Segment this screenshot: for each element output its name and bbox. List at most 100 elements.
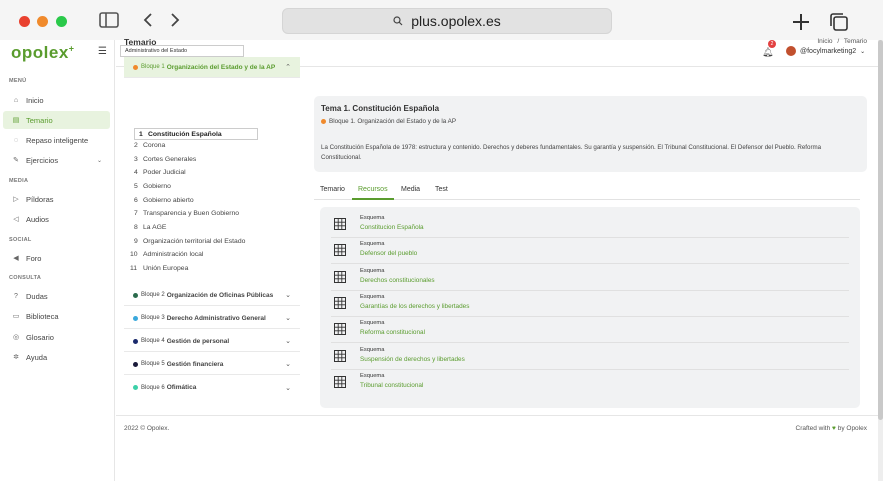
megaphone-icon: ◀ [13,255,19,262]
minimize-window-button[interactable] [37,16,48,27]
block-color-dot [133,315,138,321]
back-icon[interactable] [138,12,158,30]
scrollbar[interactable] [878,40,883,481]
tab-temario[interactable]: Temario [314,186,351,200]
sidebar-toggle-icon[interactable] [99,12,119,30]
sidebar: opolex+ ☰ MENÚ ⌂ Inicio ▤ Temario ◌ Repaso … [0,40,115,481]
resource-title[interactable]: Garantías de los derechos y libertades [360,303,469,310]
sidebar-item-biblioteca[interactable]: ▭ Biblioteca [3,307,110,325]
tabs-icon[interactable] [829,12,849,31]
sidebar-item-pildoras[interactable]: ▷ Píldoras [3,190,110,208]
sidebar-item-inicio[interactable]: ⌂ Inicio [3,91,110,109]
sidebar-item-glosario[interactable]: ◎ Glosario [3,328,110,346]
resource-type: Esquema [360,293,385,300]
block-prefix: Bloque 1 [141,64,165,70]
new-tab-icon[interactable] [791,12,811,30]
document-icon: ▤ [12,117,20,124]
logo[interactable]: opolex+ [11,43,75,63]
resource-item[interactable]: Esquema Constitucion Española [331,212,849,238]
block-prefix: Bloque 5 [141,361,165,367]
topic-item[interactable]: 1 Constitución Española [134,128,258,140]
chevron-down-icon: ⌄ [860,48,866,55]
chevron-down-icon: ⌄ [285,338,291,345]
block-6-header[interactable]: Bloque 6 Ofimática ⌄ [124,377,300,398]
block-3-header[interactable]: Bloque 3 Derecho Administrativo General … [124,308,300,329]
chevron-down-icon: ⌄ [285,292,291,299]
topic-item[interactable]: 11 Unión Europea [130,265,188,272]
resource-item[interactable]: Esquema Garantías de los derechos y liber… [331,291,849,317]
resource-type: Esquema [360,267,385,274]
topic-item[interactable]: 4 Poder Judicial [134,169,186,176]
topic-item[interactable]: 2 Corona [134,142,165,149]
sidebar-item-label: Temario [26,115,53,125]
topic-item[interactable]: 10 Administración local [130,251,203,258]
tema-description: La Constitución Española de 1978: estruc… [321,144,822,161]
resource-item[interactable]: Esquema Reforma constitucional [331,317,849,344]
resource-type: Esquema [360,372,385,379]
block-color-dot [133,64,138,70]
address-bar[interactable]: plus.opolex.es [282,8,612,34]
search-icon [393,16,403,26]
topic-item[interactable]: 9 Organización territorial del Estado [134,238,245,245]
sidebar-item-audios[interactable]: ◁ Audios [3,210,110,228]
sidebar-item-repaso[interactable]: ◌ Repaso inteligente [3,131,110,149]
maximize-window-button[interactable] [56,16,67,27]
resource-item[interactable]: Esquema Tribunal constitucional [331,370,849,396]
resource-item[interactable]: Esquema Suspensión de derechos y libertad… [331,344,849,370]
copyright: 2022 © Opolex. [124,425,170,432]
question-icon: ? [14,292,18,300]
topic-item[interactable]: 6 Gobierno abierto [134,197,194,204]
resource-title[interactable]: Suspensión de derechos y libertades [360,356,465,363]
bulb-icon: ◌ [13,136,19,144]
forward-icon[interactable] [165,12,185,30]
sidebar-item-dudas[interactable]: ? Dudas [3,287,110,305]
topic-item[interactable]: 5 Gobierno [134,183,171,190]
hamburger-menu-icon[interactable]: ☰ [98,46,107,57]
sidebar-item-label: Dudas [26,291,48,301]
block-name: Gestión financiera [166,360,224,368]
browser-toolbar: plus.opolex.es [0,0,883,40]
resource-title[interactable]: Defensor del pueblo [360,250,417,257]
sidebar-item-foro[interactable]: ◀ Foro [3,249,110,267]
user-menu[interactable]: @focylmarketing2 ⌄ [786,46,865,56]
tab-test[interactable]: Test [429,186,454,200]
block-5-header[interactable]: Bloque 5 Gestión financiera ⌄ [124,354,300,375]
username: @focylmarketing2 [800,47,857,55]
block-name: Ofimática [166,384,197,391]
resource-type: Esquema [360,215,385,221]
close-window-button[interactable] [19,16,30,27]
help-icon: ✲ [13,354,19,361]
block-2-header[interactable]: Bloque 2 Organización de Oficinas Públic… [124,285,300,306]
sidebar-item-ejercicios[interactable]: ✎ Ejercicios ⌄ [3,151,110,169]
sidebar-item-ayuda[interactable]: ✲ Ayuda [3,348,110,366]
tab-media[interactable]: Media [395,186,426,200]
breadcrumb-home[interactable]: Inicio [817,38,832,45]
topic-item[interactable]: 7 Transparencia y Buen Gobierno [134,210,239,217]
crafted-text: Crafted with [795,425,831,432]
resource-title[interactable]: Tribunal constitucional [360,382,423,389]
resource-item[interactable]: Esquema Defensor del pueblo [331,238,849,265]
block-name: Organización del Estado y de la AP [166,63,276,71]
block-1-header[interactable]: Bloque 1 Organización del Estado y de la… [124,57,300,78]
resource-item[interactable]: Esquema Derechos constitucionales [331,265,849,291]
topic-item[interactable]: 3 Cortes Generales [134,156,196,163]
tab-recursos[interactable]: Recursos [352,186,394,200]
page-title: Temario [124,37,157,47]
sidebar-item-temario[interactable]: ▤ Temario [3,111,110,129]
resource-title[interactable]: Reforma constitucional [360,329,425,336]
logo-plus: + [68,43,75,54]
topic-item[interactable]: 8 La AGE [134,224,166,231]
chevron-up-icon: ⌃ [285,64,291,71]
resource-title[interactable]: Constitucion Española [360,224,424,231]
home-icon: ⌂ [13,96,19,104]
bell-icon[interactable]: 🔔︎ [762,47,773,58]
block-color-dot [133,292,138,298]
block-color-dot [133,338,138,344]
scrollbar-thumb[interactable] [878,40,883,420]
resource-title[interactable]: Derechos constitucionales [360,277,435,284]
chevron-down-icon: ⌄ [285,315,291,322]
block-4-header[interactable]: Bloque 4 Gestión de personal ⌄ [124,331,300,352]
chevron-down-icon: ⌄ [285,361,291,368]
blocks-accordion: Bloque 1 Organización del Estado y de la… [124,57,300,407]
section-media: MEDIA [9,178,29,184]
